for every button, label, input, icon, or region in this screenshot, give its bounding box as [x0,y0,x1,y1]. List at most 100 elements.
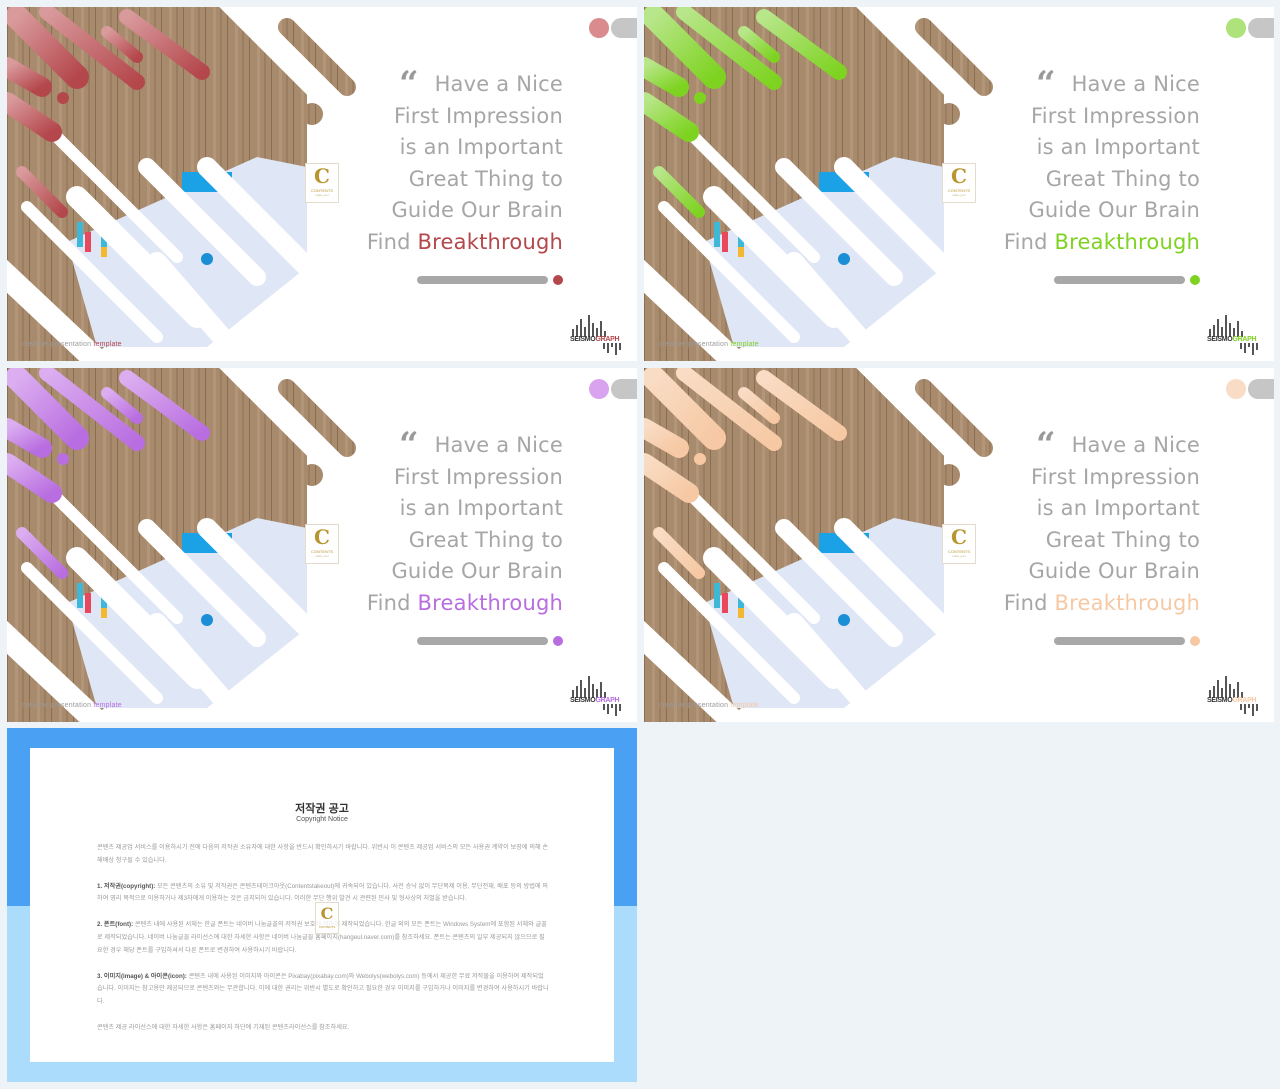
seismo-bar [1248,343,1250,347]
profile-icon [201,614,213,626]
chart-bar-icon [722,593,728,613]
seismo-bar [619,704,621,711]
quote-line-final: Find Breakthrough [367,227,563,259]
seismo-bar [1240,343,1242,349]
footer-caption: creative presentation template [659,702,759,709]
progress-dot [553,275,563,285]
seismo-bar [1225,676,1227,698]
seismo-bar [580,680,582,698]
contents-logo: C CONTENTS make your [942,163,976,203]
quote-line: Have a Nice [1071,433,1200,457]
seismo-bar [1244,343,1246,353]
slide-thumbnail-purple[interactable]: C CONTENTS make your “ Have a Nice First… [7,368,637,722]
quote-line: First Impression [1030,103,1200,128]
pager-indicator [589,379,637,399]
seismograph-logo: SEISMOGRAPH [570,676,626,716]
pager-pill [1248,379,1274,399]
slide-thumbnail-red[interactable]: C CONTENTS make your “ Have a Nice First… [7,7,637,361]
seismo-bar [1252,343,1254,355]
slide-thumbnail-copyright[interactable]: 저작권 공고 Copyright Notice 콘텐츠 제공업 서비스를 이용하… [7,728,637,1082]
contents-logo: C CONTENTS make your [305,524,339,564]
seismo-bar [1256,704,1258,711]
seismo-low-bars-icon [1240,704,1262,716]
seismo-bar [607,704,609,714]
quote-line: Great Thing to [408,527,563,552]
pager-pill [611,379,637,399]
quote-line: First Impression [393,464,563,489]
chart-bar-icon [714,583,720,608]
slide-thumbnail-grid: C CONTENTS make your “ Have a Nice First… [0,0,1280,1089]
quote-line: Guide Our Brain [1028,198,1200,222]
copyright-card: 저작권 공고 Copyright Notice 콘텐츠 제공업 서비스를 이용하… [30,748,614,1062]
quote-line: is an Important [399,496,563,520]
seismo-bar [600,321,602,337]
find-prefix: Find [366,590,418,615]
quote-text: Have a Nice First Impression is an Impor… [367,430,563,619]
brand-prefix: SEISMO [1207,336,1233,343]
accent-word: Breakthrough [417,590,563,615]
brand-prefix: SEISMO [1207,697,1233,704]
section-label: 1. 저작권(copyright): [97,882,156,890]
pager-dot-active [1226,379,1246,399]
seismo-bar [603,704,605,710]
quote-text: Have a Nice First Impression is an Impor… [1004,69,1200,258]
chart-bar-icon [738,247,744,257]
brand-suffix: GRAPH [1232,697,1257,704]
find-prefix: Find [1003,590,1055,615]
quote-line: is an Important [399,135,563,159]
contents-logo: C CONTENTS [315,902,339,934]
seismo-bar [580,319,582,337]
wood-dot [938,103,960,125]
accent-dot [694,453,706,465]
accent-word: Breakthrough [1054,229,1200,254]
footer-prefix: creative presentation [22,702,94,709]
quote-line: First Impression [393,103,563,128]
chart-bar-icon [77,222,83,247]
pager-indicator [589,18,637,38]
copyright-subtitle: Copyright Notice [296,816,348,823]
seismo-bar [1225,315,1227,337]
progress-dot [553,636,563,646]
slide-thumbnail-green[interactable]: C CONTENTS make your “ Have a Nice First… [644,7,1274,361]
quote-line: is an Important [1036,496,1200,520]
seismo-bars-icon [1209,315,1245,337]
wood-dot [301,103,323,125]
section-text: 모든 콘텐츠의 소유 및 저작권은 콘텐츠테이크아웃(Contentstakeo… [97,882,549,903]
progress-bar [1054,275,1200,285]
seismo-bar [619,343,621,350]
footer-caption: creative presentation template [659,341,759,348]
chart-bar-icon [85,232,91,252]
copyright-body: 콘텐츠 제공업 서비스를 이용하시기 전에 다음의 저작권 소유자에 대한 사항… [97,842,549,1048]
seismo-bar [592,323,594,337]
wood-dot [938,464,960,486]
seismo-bar [1237,682,1239,698]
quote-line: First Impression [1030,464,1200,489]
progress-bar [1054,636,1200,646]
progress-bar [417,275,563,285]
progress-track [1054,637,1185,645]
progress-track [417,637,548,645]
quote-line: Great Thing to [1045,166,1200,191]
chart-bar-icon [722,232,728,252]
footer-prefix: creative presentation [659,341,731,348]
seismo-bar [588,676,590,698]
footer-caption: creative presentation template [22,702,122,709]
progress-track [417,276,548,284]
seismo-bar [1252,704,1254,716]
quote-line: Guide Our Brain [391,559,563,583]
accent-word: Breakthrough [417,229,563,254]
seismo-bar [607,343,609,353]
accent-dot [57,92,69,104]
slide-thumbnail-peach[interactable]: C CONTENTS make your “ Have a Nice First… [644,368,1274,722]
chart-bar-icon [77,583,83,608]
quote-line: Have a Nice [434,72,563,96]
quote-line: is an Important [1036,135,1200,159]
find-prefix: Find [366,229,418,254]
quote-line: Guide Our Brain [391,198,563,222]
section-label: 2. 폰트(font): [97,921,134,929]
seismo-bar [1217,680,1219,698]
profile-icon [838,614,850,626]
quote-line-final: Find Breakthrough [1004,588,1200,620]
pager-pill [611,18,637,38]
brand-suffix: GRAPH [1232,336,1257,343]
